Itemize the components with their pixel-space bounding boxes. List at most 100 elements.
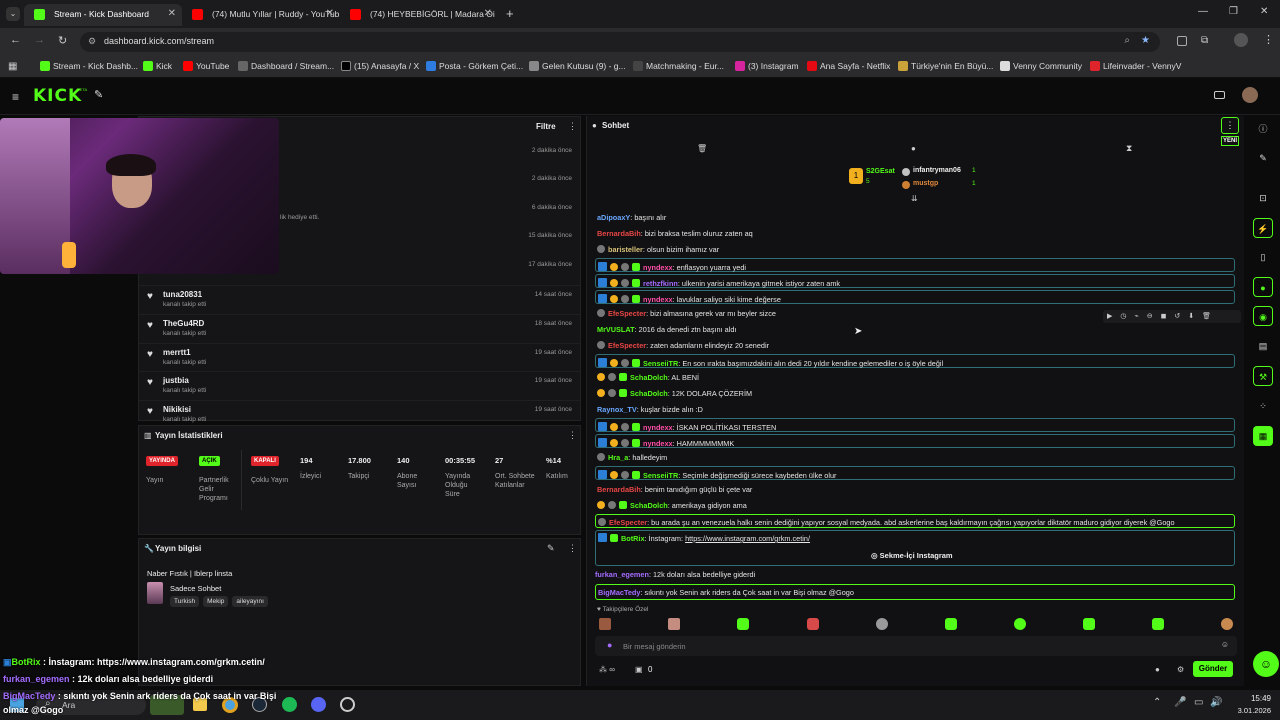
discord-icon[interactable]	[311, 697, 326, 712]
hourglass-icon[interactable]: ⧗	[1126, 143, 1132, 154]
follower-name[interactable]: Nikikisi	[163, 405, 191, 414]
filter-button[interactable]: Filtre	[536, 122, 556, 131]
broadcast-icon[interactable]: ◉	[1253, 306, 1273, 326]
bookmark-x[interactable]: (15) Anasayfa / X	[341, 61, 419, 71]
tab-kick-dashboard[interactable]: Stream - Kick Dashboard ✕	[24, 4, 182, 26]
bookmark-venny[interactable]: Venny Community	[1000, 61, 1082, 71]
tag[interactable]: aileyayını	[232, 596, 268, 607]
tab-youtube-1[interactable]: (74) Mutlu Yıllar | Ruddy - YouTub ✕	[182, 4, 340, 26]
chat-username[interactable]: Raynox_TV	[597, 405, 637, 414]
emote[interactable]	[1014, 618, 1026, 630]
browser-menu-icon[interactable]: ⋮	[1263, 33, 1274, 46]
gift-icon[interactable]: ▣	[635, 665, 643, 674]
page-icon[interactable]: ▯	[1253, 247, 1273, 267]
obs-icon[interactable]	[340, 697, 355, 712]
chat-bubble-small-icon[interactable]: ●	[1155, 665, 1160, 674]
chat-username[interactable]: nyndexx	[643, 423, 673, 432]
chat-username[interactable]: nyndexx	[643, 295, 673, 304]
category-thumbnail[interactable]	[147, 582, 163, 604]
pen-icon[interactable]: ✎	[1253, 148, 1273, 168]
add-widget-icon[interactable]: ▦	[1253, 426, 1273, 446]
trash-icon[interactable]: 🗑	[697, 144, 707, 153]
chat-icon[interactable]: ●	[911, 144, 916, 153]
emote[interactable]	[668, 618, 680, 630]
chat-username[interactable]: baristeller	[608, 245, 643, 254]
bookmark-netflix[interactable]: Ana Sayfa - Netflix	[807, 61, 890, 71]
chat-username[interactable]: BigMacTedy	[598, 588, 640, 597]
instagram-link[interactable]: https://www.instagram.com/grkm.cetin/	[685, 534, 810, 543]
channel-points-icon[interactable]: ⁂ ∞	[599, 665, 615, 674]
clock-time[interactable]: 15:49	[1235, 694, 1271, 703]
chat-username[interactable]: EfeSpecter	[608, 309, 646, 318]
edit-icon[interactable]: ✎	[547, 543, 555, 554]
chat-username[interactable]: aDipoaxY	[597, 213, 630, 222]
hamburger-menu-icon[interactable]: ≡	[12, 90, 19, 104]
emote[interactable]	[1083, 618, 1095, 630]
category-name[interactable]: Sadece Sohbet	[170, 584, 221, 593]
close-window-icon[interactable]: ✕	[1260, 6, 1268, 17]
chat-username[interactable]: SchaDolch	[630, 389, 668, 398]
help-chat-icon[interactable]: ☺	[1253, 651, 1279, 677]
bookmark-youtube[interactable]: YouTube	[183, 61, 229, 71]
site-info-icon[interactable]: ⚙	[88, 36, 96, 47]
clock-date[interactable]: 3.01.2026	[1225, 706, 1271, 715]
back-icon[interactable]: ←	[10, 34, 21, 46]
emote[interactable]	[807, 618, 819, 630]
user-avatar[interactable]	[1242, 87, 1258, 103]
chat-tool-icon[interactable]: ●	[1253, 277, 1273, 297]
follower-name[interactable]: TheGu4RD	[163, 319, 204, 328]
pin-down-icon[interactable]: ⇊	[911, 194, 918, 203]
tab-youtube-2[interactable]: (74) HEYBEBİGÖRL | Madara Oi ✕	[340, 4, 498, 26]
robot-icon[interactable]: ⊡	[1253, 188, 1273, 208]
maximize-icon[interactable]: ❐	[1229, 6, 1238, 17]
chat-username[interactable]: EfeSpecter	[609, 518, 647, 527]
emote[interactable]	[945, 618, 957, 630]
microphone-icon[interactable]: ●	[607, 640, 612, 650]
layers-icon[interactable]: ▤	[1253, 336, 1273, 356]
chat-username[interactable]: BotRix	[621, 534, 645, 543]
emote[interactable]	[599, 618, 611, 630]
sekme-ici-instagram-button[interactable]: ◎ Sekme-İçi Instagram	[871, 551, 953, 560]
emote[interactable]	[1152, 618, 1164, 630]
tag[interactable]: Turkish	[170, 596, 200, 607]
tray-chevron-icon[interactable]: ⌃	[1153, 697, 1161, 708]
message-mod-actions[interactable]: ▶◷⌁⊖◼↺⬇🗑	[1103, 310, 1241, 323]
tab-list-icon[interactable]: ⌄	[6, 7, 20, 21]
stats-menu-icon[interactable]: ⋮	[568, 430, 577, 441]
pin-icon[interactable]: ✎	[94, 88, 103, 101]
follower-name[interactable]: merrtt1	[163, 348, 191, 357]
profile-avatar[interactable]	[1234, 33, 1248, 47]
microphone-tray-icon[interactable]: 🎤	[1174, 697, 1186, 708]
chat-username[interactable]: nyndexx	[643, 439, 673, 448]
chat-input[interactable]: ● Bir mesaj gönderin ☺	[595, 636, 1237, 656]
follower-name[interactable]: tuna20831	[163, 290, 202, 299]
apps-grid-icon[interactable]: ▦	[8, 61, 17, 72]
chat-username[interactable]: SenseiiTR	[643, 359, 678, 368]
network-icon[interactable]: ▭	[1194, 697, 1203, 708]
send-button[interactable]: Gönder	[1193, 661, 1233, 677]
follower-name[interactable]: justbia	[163, 376, 189, 385]
bookmark-gelen-kutusu[interactable]: Gelen Kutusu (9) - g...	[529, 61, 626, 71]
stream-info-menu-icon[interactable]: ⋮	[568, 543, 577, 554]
bookmark-instagram[interactable]: (3) Instagram	[735, 61, 799, 71]
volume-icon[interactable]: 🔊	[1210, 697, 1222, 708]
url-field[interactable]: ⚙ dashboard.kick.com/stream ⌕ ★	[80, 32, 1160, 52]
chat-username[interactable]: furkan_egemen	[595, 570, 649, 579]
info-icon[interactable]: ⓘ	[1253, 119, 1273, 139]
chat-username[interactable]: SenseiiTR	[643, 471, 678, 480]
activity-menu-icon[interactable]: ⋮	[568, 121, 577, 132]
chat-username[interactable]: MrVUSLAT	[597, 325, 635, 334]
wrench-tool-icon[interactable]: ⚒	[1253, 366, 1273, 386]
bookmark-posta[interactable]: Posta - Görkem Çeti...	[426, 61, 523, 71]
bookmark-lifeinvader[interactable]: Lifeinvader - VennyV	[1090, 61, 1181, 71]
chat-username[interactable]: Hra_a	[608, 453, 628, 462]
nodes-icon[interactable]: ⁘	[1253, 396, 1273, 416]
extensions-puzzle-icon[interactable]: ⧉	[1201, 35, 1208, 46]
forward-icon[interactable]: →	[34, 34, 45, 46]
close-tab-icon[interactable]: ✕	[168, 8, 176, 19]
close-tab-icon[interactable]: ✕	[484, 8, 492, 19]
bookmark-turkiye[interactable]: Türkiye'nin En Büyü...	[898, 61, 993, 71]
spotify-icon[interactable]	[282, 697, 297, 712]
minimize-icon[interactable]: —	[1198, 6, 1208, 17]
chat-username[interactable]: BernardaBih	[597, 485, 641, 494]
